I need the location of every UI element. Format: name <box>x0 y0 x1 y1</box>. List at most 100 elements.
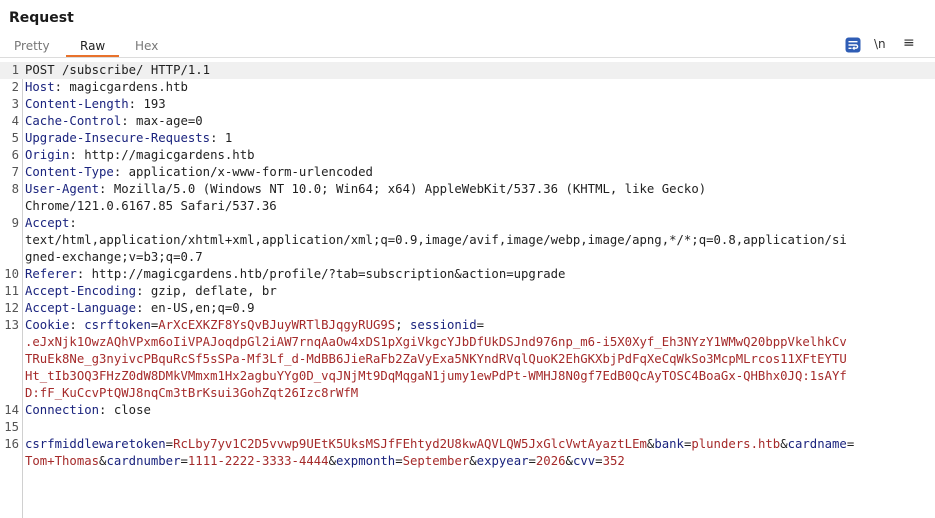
header-text: gned-exchange;v=b3;q=0.7 <box>25 250 203 264</box>
code-line: 15 <box>0 419 935 436</box>
line-number: 13 <box>4 318 19 332</box>
header-name: Host <box>25 80 55 94</box>
tab-hex[interactable]: Hex <box>135 39 158 53</box>
code-line: 16 csrfmiddlewaretoken=RcLby7yv1C2D5vvwp9… <box>0 436 935 453</box>
param-name: expyear <box>476 454 529 468</box>
header-text: text/html,application/xhtml+xml,applicat… <box>25 233 847 247</box>
line-number: 5 <box>11 131 19 145</box>
header-text: POST /subscribe/ HTTP/1.1 <box>25 63 211 77</box>
code-content: Cache-Control: max-age=0 <box>25 113 203 130</box>
header-name: Connection <box>25 403 100 417</box>
cookie-value: .eJxNjk1OwzAQhVPxm6oIiVPAJoqdpGl2iAW7rnq… <box>25 335 847 349</box>
code-line: 7 Content-Type: application/x-www-form-ur… <box>0 164 935 181</box>
code-content: TRuEk8Ne_g3nyivcPBquRcSf5sSPa-Mf3Lf_d-Md… <box>25 351 847 368</box>
line-number: 8 <box>11 182 19 196</box>
menu-icon[interactable]: ≡ <box>903 35 915 51</box>
code-line: 10 Referer: http://magicgardens.htb/profi… <box>0 266 935 283</box>
line-number: 2 <box>11 80 19 94</box>
param-value: September <box>402 454 470 468</box>
newline-toggle-button[interactable]: \n <box>874 37 886 51</box>
cookie-name: sessionid <box>410 318 477 332</box>
code-line: D:fF_KuCcvPtQWJ8nqCm3tBrKsui3GohZqt26Izc… <box>0 385 935 402</box>
line-number: 1 <box>11 63 19 77</box>
header-value: : http://magicgardens.htb/profile/?tab=s… <box>76 267 566 281</box>
code-content: Host: magicgardens.htb <box>25 79 188 96</box>
header-name: Accept <box>25 216 70 230</box>
separator: & <box>780 437 788 451</box>
code-line: TRuEk8Ne_g3nyivcPBquRcSf5sSPa-Mf3Lf_d-Md… <box>0 351 935 368</box>
code-content: Chrome/121.0.6167.85 Safari/537.36 <box>25 198 277 215</box>
header-value: : 193 <box>128 97 166 111</box>
cookie-value: D:fF_KuCcvPtQWJ8nqCm3tBrKsui3GohZqt26Izc… <box>25 386 359 400</box>
header-value: : en-US,en;q=0.9 <box>136 301 255 315</box>
cookie-name: csrftoken <box>84 318 151 332</box>
separator: = <box>165 437 174 451</box>
separator: = <box>395 454 403 468</box>
code-content: Content-Length: 193 <box>25 96 166 113</box>
request-lines: 1 POST /subscribe/ HTTP/1.1 2 Host: magicga… <box>0 62 935 470</box>
code-content: Accept-Language: en-US,en;q=0.9 <box>25 300 255 317</box>
code-content: Accept: <box>25 215 77 232</box>
code-line: 1 POST /subscribe/ HTTP/1.1 <box>0 62 935 79</box>
line-number: 14 <box>4 403 19 417</box>
code-content: Tom+Thomas & cardnumber = 1111-2222-3333-444… <box>25 453 625 470</box>
param-value: Tom+Thomas <box>25 454 100 468</box>
separator: & <box>328 454 336 468</box>
header-name: Content-Length <box>25 97 129 111</box>
code-line: 14 Connection: close <box>0 402 935 419</box>
line-number: 9 <box>11 216 19 230</box>
code-content: Upgrade-Insecure-Requests: 1 <box>25 130 232 147</box>
line-number: 11 <box>4 284 19 298</box>
cookie-value: TRuEk8Ne_g3nyivcPBquRcSf5sSPa-Mf3Lf_d-Md… <box>25 352 847 366</box>
line-number: 16 <box>4 437 19 451</box>
tab-pretty[interactable]: Pretty <box>14 39 50 53</box>
code-content: Content-Type: application/x-www-form-url… <box>25 164 373 181</box>
wrap-lines-icon[interactable] <box>845 37 861 53</box>
header-name: Cache-Control <box>25 114 122 128</box>
header-name: Upgrade-Insecure-Requests <box>25 131 211 145</box>
code-line: 2 Host: magicgardens.htb <box>0 79 935 96</box>
code-content: Accept-Encoding: gzip, deflate, br <box>25 283 277 300</box>
header-value: : gzip, deflate, br <box>136 284 277 298</box>
line-number: 6 <box>11 148 19 162</box>
param-value: 1111-2222-3333-4444 <box>187 454 329 468</box>
separator: : <box>69 318 85 332</box>
header-value: : application/x-www-form-urlencoded <box>113 165 373 179</box>
param-name: expmonth <box>335 454 396 468</box>
separator: = <box>846 437 855 451</box>
code-line: 4 Cache-Control: max-age=0 <box>0 113 935 130</box>
code-line: gned-exchange;v=b3;q=0.7 <box>0 249 935 266</box>
code-content: csrfmiddlewaretoken=RcLby7yv1C2D5vvwp9UE… <box>25 436 854 453</box>
request-editor[interactable]: 1 POST /subscribe/ HTTP/1.1 2 Host: magicga… <box>0 62 935 518</box>
code-content: Connection: close <box>25 402 151 419</box>
separator: & <box>565 454 573 468</box>
separator: = <box>595 454 603 468</box>
code-line: 11 Accept-Encoding: gzip, deflate, br <box>0 283 935 300</box>
param-name: bank <box>654 437 684 451</box>
code-content: Cookie: csrftoken = ArXcEXKZF8YsQvBJuyWRTl… <box>25 317 484 334</box>
code-line: 5 Upgrade-Insecure-Requests: 1 <box>0 130 935 147</box>
code-content: Origin: http://magicgardens.htb <box>25 147 255 164</box>
param-value: plunders.htb <box>691 437 781 451</box>
code-content: User-Agent: Mozilla/5.0 (Windows NT 10.0… <box>25 181 706 198</box>
tabs-divider <box>0 57 935 58</box>
separator: ; <box>395 318 411 332</box>
separator: = <box>528 454 536 468</box>
code-content: gned-exchange;v=b3;q=0.7 <box>25 249 203 266</box>
code-line: 13 Cookie: csrftoken = ArXcEXKZF8YsQvBJuyWR… <box>0 317 935 334</box>
header-value: : 1 <box>210 131 233 145</box>
code-content: .eJxNjk1OwzAQhVPxm6oIiVPAJoqdpGl2iAW7rnq… <box>25 334 847 351</box>
code-content: POST /subscribe/ HTTP/1.1 <box>25 62 918 79</box>
code-content: Referer: http://magicgardens.htb/profile… <box>25 266 565 283</box>
line-number: 3 <box>11 97 19 111</box>
cookie-value: ArXcEXKZF8YsQvBJuyWRTlBJqgyRUG9S <box>158 318 396 332</box>
tab-raw[interactable]: Raw <box>80 39 105 53</box>
code-line: Chrome/121.0.6167.85 Safari/537.36 <box>0 198 935 215</box>
header-name: Content-Type <box>25 165 114 179</box>
param-name: cardnumber <box>106 454 181 468</box>
view-tabs: Pretty Raw Hex <box>0 36 935 57</box>
param-name: cvv <box>572 454 596 468</box>
code-line: 8 User-Agent: Mozilla/5.0 (Windows NT 10.… <box>0 181 935 198</box>
code-content: Ht_tIb3OQ3FHzZ0dW8DMkVMmxm1Hx2agbuYYg0D_… <box>25 368 847 385</box>
line-number: 7 <box>11 165 19 179</box>
